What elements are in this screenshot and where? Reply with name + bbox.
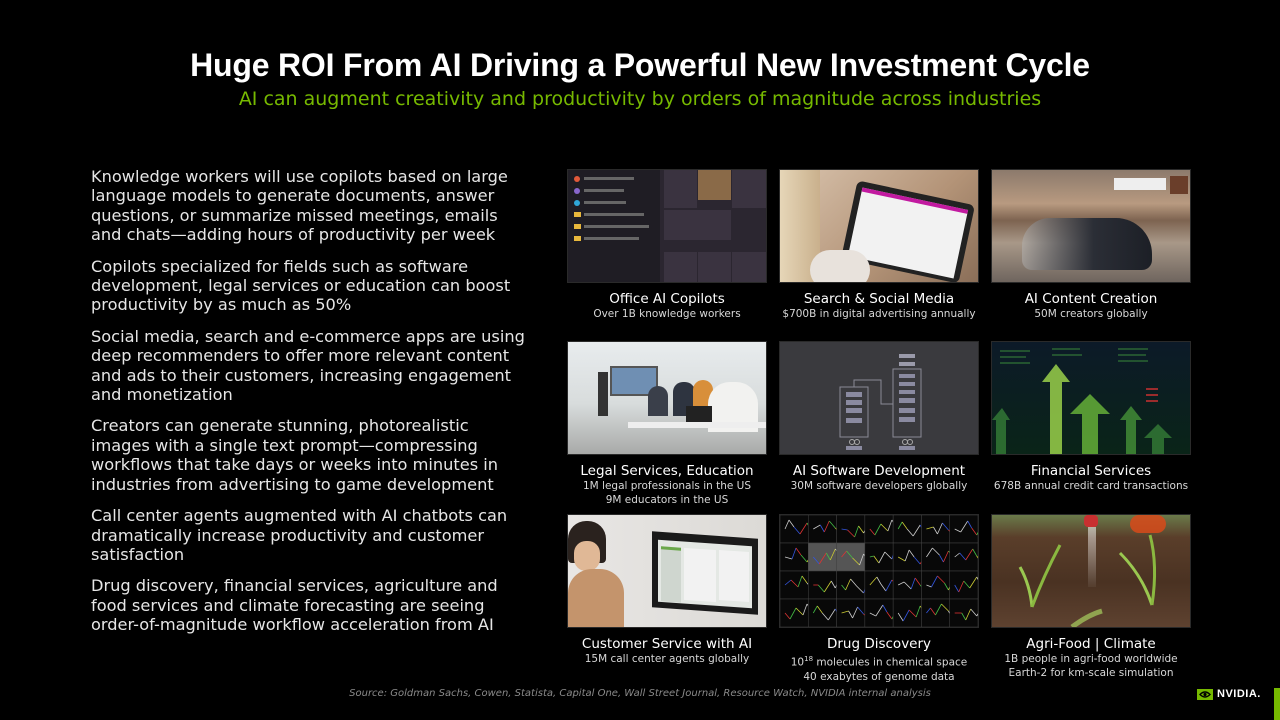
- molecule-cell: [892, 515, 925, 544]
- bullet-list: Knowledge workers will use copilots base…: [91, 167, 531, 647]
- tablet-shopping-image: [779, 169, 979, 283]
- stat-exponent: 18: [804, 655, 814, 663]
- tile-stat: Earth-2 for km-scale simulation: [1008, 667, 1174, 679]
- tile-stat: 30M software developers globally: [790, 480, 968, 492]
- molecule-cell: [836, 570, 868, 600]
- call-center-agent-image: [567, 514, 767, 628]
- tile-title: Financial Services: [1030, 463, 1152, 479]
- bullet-item: Social media, search and e-commerce apps…: [91, 326, 525, 405]
- tile-stat: 678B annual credit card transactions: [993, 480, 1189, 492]
- classroom-image: [567, 341, 767, 455]
- tile-agri-food-climate: Agri-Food | Climate 1B people in agri-fo…: [991, 514, 1191, 680]
- tile-stat: 1018 molecules in chemical space: [779, 652, 979, 670]
- tile-stat: 1M legal professionals in the US: [582, 480, 752, 492]
- tile-stat: 9M educators in the US: [605, 494, 729, 506]
- molecule-cell: [780, 515, 812, 544]
- molecule-cell: [836, 542, 869, 572]
- tile-stat: $700B in digital advertising annually: [782, 308, 976, 320]
- molecule-grid-image: [779, 514, 979, 628]
- tile-title: Agri-Food | Climate: [1026, 636, 1156, 652]
- tile-ai-content-creation: AI Content Creation 50M creators globall…: [991, 169, 1191, 321]
- bullet-item: Drug discovery, financial services, agri…: [91, 576, 498, 635]
- bullet-item: Call center agents augmented with AI cha…: [91, 506, 508, 564]
- molecule-cell: [808, 570, 841, 600]
- molecule-cell: [864, 542, 897, 572]
- molecule-cell: [921, 570, 954, 600]
- transformer-diagram-icon: [839, 354, 922, 450]
- molecule-cell: [892, 598, 926, 627]
- tile-stat: 1B people in agri-food worldwide: [1004, 653, 1178, 665]
- molecule-cell: [780, 598, 813, 627]
- tile-title: Customer Service with AI: [581, 636, 753, 652]
- bullet-item: Knowledge workers will use copilots base…: [91, 167, 508, 245]
- tile-title: Legal Services, Education: [580, 463, 754, 479]
- molecule-grid-icon: [780, 515, 978, 627]
- nvidia-wordmark: NVIDIA.: [1217, 688, 1261, 700]
- bullet-item: Copilots specialized for fields such as …: [91, 256, 511, 315]
- molecule-cell: [949, 542, 978, 572]
- stat-text: molecules in chemical space: [813, 656, 968, 669]
- source-citation: Source: Goldman Sachs, Cowen, Statista, …: [349, 688, 931, 699]
- molecule-cell: [864, 515, 898, 544]
- nvidia-logo: NVIDIA.: [1197, 688, 1261, 700]
- molecule-cell: [808, 598, 840, 627]
- tile-legal-services-education: Legal Services, Education 1M legal profe…: [567, 341, 767, 507]
- tile-title: Office AI Copilots: [609, 291, 725, 307]
- tile-title: AI Content Creation: [1024, 291, 1158, 307]
- accent-bar: [1274, 688, 1280, 720]
- tile-title: Drug Discovery: [826, 636, 932, 652]
- tile-drug-discovery: Drug Discovery 1018 molecules in chemica…: [779, 514, 979, 684]
- tile-search-social-media: Search & Social Media $700B in digital a…: [779, 169, 979, 321]
- seedling-icon: [1018, 534, 1157, 627]
- molecule-cell: [949, 598, 978, 627]
- molecule-cell: [949, 515, 978, 544]
- tile-office-ai-copilots: Office AI Copilots Over 1B knowledge wor…: [567, 169, 767, 321]
- tile-financial-services: Financial Services 678B annual credit ca…: [991, 341, 1191, 493]
- tile-stat: Over 1B knowledge workers: [593, 308, 741, 320]
- upward-arrows-icon: [992, 348, 1172, 454]
- generated-car-image: [991, 169, 1191, 283]
- tile-stat: 40 exabytes of genome data: [803, 670, 955, 683]
- bullet-item: Creators can generate stunning, photorea…: [91, 416, 499, 494]
- tile-title: Search & Social Media: [803, 291, 955, 307]
- slide-subtitle: AI can augment creativity and productivi…: [238, 88, 1042, 110]
- tile-ai-software-development: AI Software Development 30M software dev…: [779, 341, 979, 493]
- tile-customer-service-ai: Customer Service with AI 15M call center…: [567, 514, 767, 666]
- stat-base: 10: [790, 656, 805, 669]
- windows-start-menu-image: [567, 169, 767, 283]
- neural-network-diagram: [779, 341, 979, 455]
- crop-sprayer-image: [991, 514, 1191, 628]
- nvidia-eye-icon: [1197, 688, 1213, 700]
- tile-title: AI Software Development: [792, 463, 966, 479]
- slide-title: Huge ROI From AI Driving a Powerful New …: [190, 47, 1090, 83]
- molecule-cell: [921, 598, 953, 627]
- molecule-cell: [949, 570, 978, 600]
- tile-stat: 50M creators globally: [1034, 308, 1148, 320]
- stock-market-image: [991, 341, 1191, 455]
- tile-stat: 15M call center agents globally: [584, 653, 750, 665]
